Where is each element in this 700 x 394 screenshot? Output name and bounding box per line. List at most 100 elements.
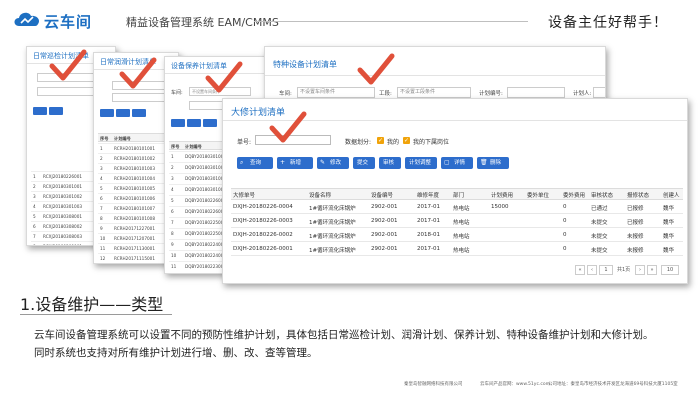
planner-input[interactable] xyxy=(593,87,605,98)
plan-code: RCXJ20180226001 xyxy=(43,174,83,179)
panel-title: 日常巡检计划清单 xyxy=(33,52,89,60)
next-page-icon[interactable]: › xyxy=(635,265,645,275)
toolbar-button[interactable]: 计划调整 xyxy=(405,157,437,169)
toolbar-button-label: 计划调整 xyxy=(409,160,432,166)
description-line-1: 云车间设备管理系统可以设置不同的预防性维护计划，具体包括日常巡检计划、润滑计划、… xyxy=(34,329,654,341)
pagination: « ‹ 1 共1页 › » 10 xyxy=(575,265,679,276)
add-button[interactable] xyxy=(187,119,201,127)
row-number: 10 xyxy=(100,236,106,241)
table-cell: 0 xyxy=(563,218,567,224)
mine-checkbox[interactable]: ✓ xyxy=(377,137,384,144)
header: 云车间 精益设备管理系统 EAM/CMMS 设备主任好帮手！ xyxy=(0,0,700,40)
add-button[interactable] xyxy=(49,107,63,115)
plan-code: DQBY20180225002 xyxy=(185,231,227,236)
plan-code: RCRH20180101003 xyxy=(114,166,155,171)
column-header[interactable]: 计划费用 xyxy=(491,191,513,199)
column-header[interactable]: 委外单位 xyxy=(527,191,549,199)
data-scope-label: 数据划分: xyxy=(345,139,372,146)
order-no-label: 单号: xyxy=(237,139,252,146)
toolbar-button[interactable]: ⌕ 查询 xyxy=(237,157,273,169)
filter-input[interactable] xyxy=(112,81,172,90)
page-input[interactable]: 1 xyxy=(599,265,613,275)
query-button[interactable] xyxy=(100,109,114,117)
row-number: 1 xyxy=(100,146,103,151)
toolbar-button[interactable]: ✎ 修改 xyxy=(317,157,349,169)
filter-input[interactable] xyxy=(112,93,172,102)
row-number: 9 xyxy=(100,226,103,231)
column-header[interactable]: 部门 xyxy=(453,191,464,199)
column-header: 序号 xyxy=(171,144,180,149)
row-number: 7 xyxy=(33,234,36,239)
section-select[interactable]: 不设置工段条件 xyxy=(397,87,471,98)
toolbar-button[interactable]: 审核 xyxy=(379,157,401,169)
toolbar-button[interactable]: + 新增 xyxy=(277,157,313,169)
page-size-select[interactable]: 10 xyxy=(661,265,679,275)
toolbar-button[interactable]: 提交 xyxy=(353,157,375,169)
row-number: 8 xyxy=(100,216,103,221)
plan-code: DQBY20180224002 xyxy=(185,253,227,258)
column-header[interactable]: 设备名称 xyxy=(309,191,331,199)
table-cell: DXJH-20180226-0002 xyxy=(233,232,293,238)
table-cell: 已通过 xyxy=(591,206,608,212)
table-cell: 1#循环流化床锅炉 xyxy=(309,248,356,254)
order-no-input[interactable] xyxy=(255,135,331,145)
row-number: 8 xyxy=(171,231,174,236)
column-header[interactable]: 大修单号 xyxy=(233,191,255,199)
footer-address: 公司地址：秦皇岛市经济技术开发区龙海道69号科技大厦1105室 xyxy=(548,382,678,387)
last-page-icon[interactable]: » xyxy=(647,265,657,275)
system-subtitle: 精益设备管理系统 EAM/CMMS xyxy=(126,16,279,29)
query-button[interactable] xyxy=(171,119,185,127)
table-row[interactable]: DXJH-20180226-0003 1#循环流化床锅炉 2902-001 2017-… xyxy=(231,215,683,228)
column-header[interactable]: 审核状态 xyxy=(591,191,613,199)
edit-button[interactable] xyxy=(203,119,217,127)
plan-code: RCXJ20180301002 xyxy=(43,194,83,199)
prev-page-icon[interactable]: ‹ xyxy=(587,265,597,275)
row-number: 2 xyxy=(100,156,103,161)
row-number: 5 xyxy=(171,198,174,203)
plan-code: DQBY20180225001 xyxy=(185,220,227,225)
row-number: 4 xyxy=(171,187,174,192)
table-cell: 未提交 xyxy=(591,220,608,226)
workshop-label: 车间: xyxy=(171,90,183,96)
cloud-logo-icon xyxy=(14,12,40,26)
row-number: 3 xyxy=(171,176,174,181)
workshop-label: 车间: xyxy=(279,91,292,97)
query-button[interactable] xyxy=(33,107,47,115)
plan-code: RCRH20180101002 xyxy=(114,156,155,161)
table-cell: 15000 xyxy=(491,204,509,210)
row-number: 2 xyxy=(171,165,174,170)
row-number: 9 xyxy=(171,242,174,247)
plan-code: RCXJ20180301001 xyxy=(43,184,83,189)
plus-icon: + xyxy=(280,159,286,166)
plan-code: RCRH20171207001 xyxy=(114,236,155,241)
edit-button[interactable] xyxy=(132,109,146,117)
add-button[interactable] xyxy=(116,109,130,117)
plan-code: DQBY20180301003 xyxy=(185,176,227,181)
row-number: 8 xyxy=(33,244,36,245)
row-number: 7 xyxy=(100,206,103,211)
subordinate-checkbox[interactable]: ✓ xyxy=(403,137,410,144)
toolbar-button[interactable]: ▢ 详情 xyxy=(441,157,473,169)
column-header[interactable]: 报修状态 xyxy=(627,191,649,199)
table-cell: 0 xyxy=(563,232,567,238)
logo-text: 云车间 xyxy=(44,13,93,31)
first-page-icon[interactable]: « xyxy=(575,265,585,275)
column-header[interactable]: 创建人 xyxy=(663,191,680,199)
plan-code: RCXJ20180301003 xyxy=(43,204,83,209)
table-row[interactable]: DXJH-20180226-0001 1#循环流化床锅炉 2902-001 2017-… xyxy=(231,243,683,256)
row-number: 11 xyxy=(100,246,106,251)
column-header[interactable]: 维修年度 xyxy=(417,191,439,199)
table-cell: 2902-001 xyxy=(371,246,398,252)
toolbar-button[interactable]: 🗑 删除 xyxy=(477,157,509,169)
table-cell: 0 xyxy=(563,246,567,252)
table-row[interactable]: DXJH-20180226-0004 1#循环流化床锅炉 2902-001 2017-… xyxy=(231,201,683,214)
column-header[interactable]: 设备编号 xyxy=(371,191,393,199)
plan-no-input[interactable] xyxy=(507,87,565,98)
table-cell: 未报修 xyxy=(627,234,644,240)
column-header[interactable]: 委外费用 xyxy=(563,191,585,199)
workshop-select[interactable]: 不设置车间条件 xyxy=(297,87,375,98)
table-row[interactable]: DXJH-20180226-0002 1#循环流化床锅炉 2902-001 2018-… xyxy=(231,229,683,242)
toolbar-button-label: 详情 xyxy=(454,160,466,166)
toolbar-button-label: 新增 xyxy=(290,160,302,166)
workshop-select[interactable]: 不设置车间条件 xyxy=(189,87,251,96)
